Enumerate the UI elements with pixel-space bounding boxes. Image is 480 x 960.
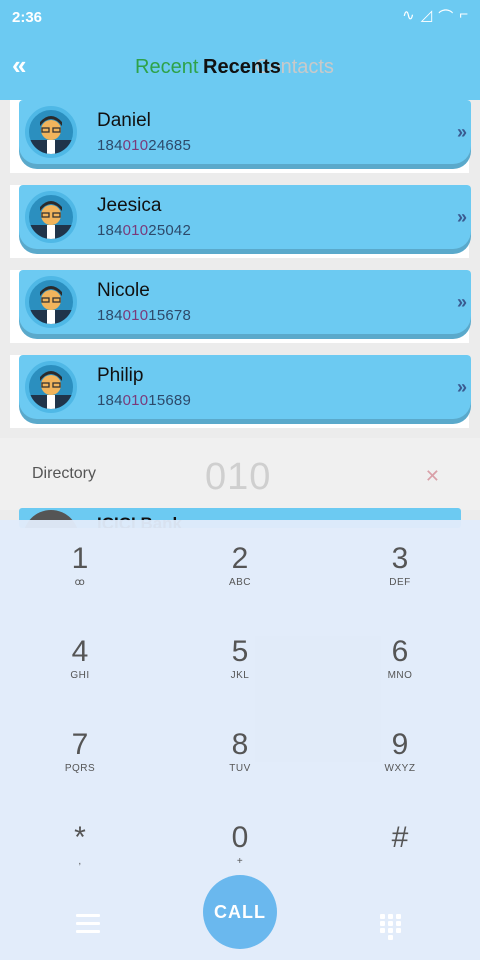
keypad-icon[interactable] [380, 914, 402, 940]
dialpad: 1ꝏ 2 ABC 3 DEF 4 GHI 5 JKL 6 MNO 7 PQRS 8 TUV 9… [0, 520, 480, 960]
directory-row: Directory 010 ✕ [0, 438, 480, 510]
list-item[interactable]: Jeesica 18401025042 » [10, 185, 471, 258]
status-icons: ∿ ◿ ⌒ ⌐ [402, 6, 468, 27]
key-1[interactable]: 1ꝏ [0, 520, 160, 613]
contact-card[interactable]: Jeesica 18401025042 » [19, 185, 471, 249]
double-chevron-right-icon[interactable]: » [457, 207, 467, 228]
key-star[interactable]: *, [0, 799, 160, 892]
list-item[interactable]: Philip 18401015689 » [10, 355, 471, 428]
key-3[interactable]: 3 DEF [320, 520, 480, 613]
list-item[interactable]: Nicole 18401015678 » [10, 270, 471, 343]
contact-card[interactable]: Daniel 18401024685 » [19, 100, 471, 164]
double-chevron-right-icon[interactable]: » [457, 122, 467, 143]
avatar [25, 276, 77, 328]
menu-icon[interactable] [76, 914, 100, 934]
voicemail-icon: ꝏ [74, 577, 86, 588]
person-avatar-icon [29, 286, 73, 324]
person-avatar-icon [29, 371, 73, 409]
battery-icon: ⌐ [459, 6, 468, 23]
dial-input[interactable]: 010 [205, 456, 271, 499]
contact-number: 18401025042 [97, 222, 191, 239]
avatar [25, 191, 77, 243]
person-avatar-icon [29, 201, 73, 239]
key-8[interactable]: 8 TUV [160, 706, 320, 799]
contact-number: 18401015678 [97, 307, 191, 324]
key-hash[interactable]: # [320, 799, 480, 892]
person-avatar-icon [29, 116, 73, 154]
key-2[interactable]: 2 ABC [160, 520, 320, 613]
avatar [25, 106, 77, 158]
contact-name: Philip [97, 365, 144, 386]
key-4[interactable]: 4 GHI [0, 613, 160, 706]
activity-icon: ∿ [402, 7, 415, 24]
status-time: 2:36 [12, 9, 43, 26]
contact-number: 18401015689 [97, 392, 191, 409]
avatar [25, 361, 77, 413]
key-6[interactable]: 6 MNO [320, 613, 480, 706]
app-header: « Recent Contacts Recents [0, 34, 480, 100]
tab-recents[interactable]: Recents [203, 56, 281, 79]
contact-number: 18401024685 [97, 137, 191, 154]
wifi-icon: ⌒ [438, 9, 454, 26]
list-item[interactable]: Daniel 18401024685 » [10, 100, 471, 173]
tab-recents-ghost[interactable]: Recent [135, 56, 198, 79]
key-7[interactable]: 7 PQRS [0, 706, 160, 799]
contact-name: Jeesica [97, 195, 162, 216]
call-button[interactable]: CALL [203, 875, 277, 949]
contact-card[interactable]: Philip 18401015689 » [19, 355, 471, 419]
status-bar: 2:36 ∿ ◿ ⌒ ⌐ [0, 0, 480, 34]
contact-name: Daniel [97, 110, 151, 131]
double-chevron-right-icon[interactable]: » [457, 292, 467, 313]
close-icon[interactable]: ✕ [425, 466, 440, 487]
key-9[interactable]: 9 WXYZ [320, 706, 480, 799]
double-chevron-right-icon[interactable]: » [457, 377, 467, 398]
directory-label[interactable]: Directory [32, 465, 96, 483]
key-5[interactable]: 5 JKL [160, 613, 320, 706]
signal-icon: ◿ [420, 7, 433, 24]
contact-name: Nicole [97, 280, 150, 301]
double-chevron-left-icon[interactable]: « [12, 52, 26, 78]
contact-card[interactable]: Nicole 18401015678 » [19, 270, 471, 334]
